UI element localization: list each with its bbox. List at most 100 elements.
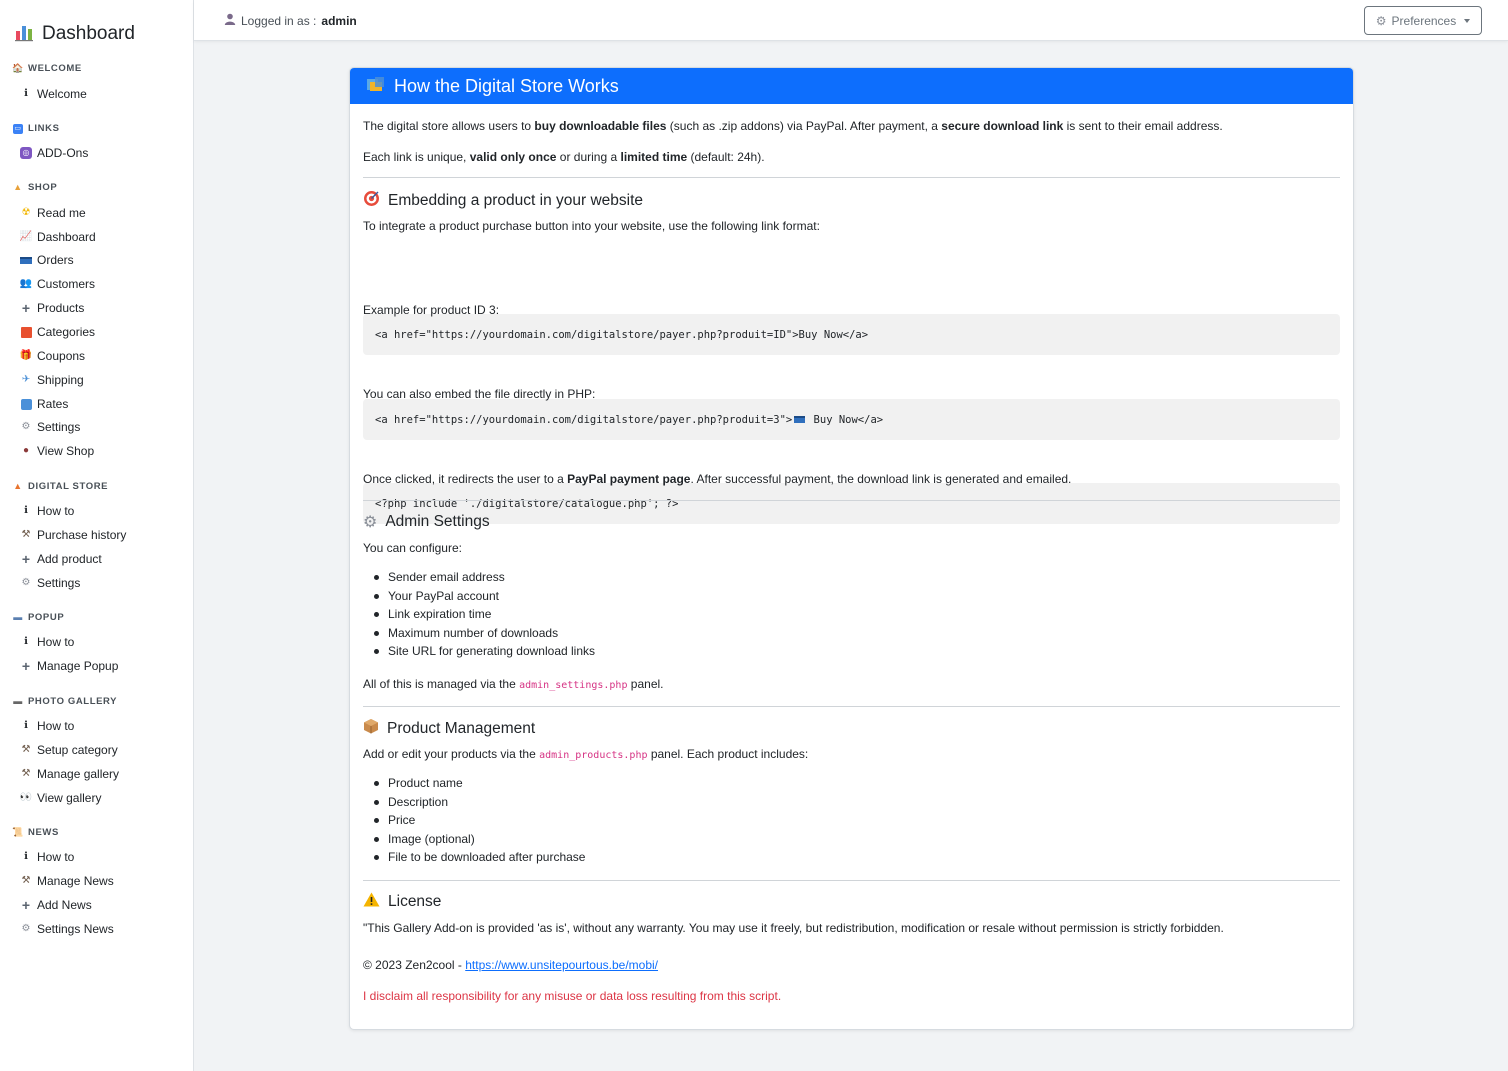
logged-in-label: Logged in as : <box>241 13 317 28</box>
list-item: Your PayPal account <box>363 587 595 606</box>
info-icon: ℹ <box>24 720 28 731</box>
eyes-icon: 👀 <box>19 792 33 803</box>
brand[interactable]: Dashboard <box>14 22 135 45</box>
sidebar-item-orders[interactable]: Orders <box>20 253 74 267</box>
info-icon: ℹ <box>24 505 28 516</box>
sidebar-item-gallery-how-to[interactable]: ℹ How to <box>20 719 74 733</box>
sidebar-item-ds-settings[interactable]: ⚙ Settings <box>20 576 81 590</box>
logged-in-indicator: Logged in as : admin <box>224 13 357 28</box>
credit-card-icon <box>20 254 32 266</box>
sidebar-item-setup-category[interactable]: ⚒ Setup category <box>20 743 118 757</box>
code-block-php: <?php include './digitalstore/catalogue.… <box>363 483 1340 524</box>
info-icon: ℹ <box>24 88 28 99</box>
sidebar-item-add-product[interactable]: + Add product <box>20 552 102 566</box>
sidebar-item-manage-popup[interactable]: + Manage Popup <box>20 658 119 674</box>
list-item: Price <box>363 811 585 830</box>
scroll-icon: 📜 <box>12 827 24 837</box>
user-icon <box>224 13 236 28</box>
brand-label: Dashboard <box>42 22 135 44</box>
sidebar-item-add-news[interactable]: + Add News <box>20 898 92 912</box>
product-management-heading: Product Management <box>363 718 535 739</box>
gear-icon: ⚙ <box>21 421 31 432</box>
author-website-link[interactable]: https://www.unsitepourtous.be/mobi/ <box>465 958 658 972</box>
section-links: ▭ LINKS <box>13 123 60 134</box>
info-card: How the Digital Store Works The digital … <box>349 67 1354 1030</box>
credit-card-icon <box>794 416 806 423</box>
topbar: Logged in as : admin ⚙ Preferences <box>194 0 1508 41</box>
divider <box>363 880 1340 881</box>
product-fields-list: Product name Description Price Image (op… <box>363 774 585 867</box>
sidebar-item-popup-how-to[interactable]: ℹ How to <box>20 635 74 649</box>
sidebar-item-manage-news[interactable]: ⚒ Manage News <box>20 874 114 888</box>
section-photo-gallery: ▬ PHOTO GALLERY <box>13 696 118 707</box>
disclaimer: I disclaim all responsibility for any mi… <box>363 989 782 1003</box>
section-news: 📜 NEWS <box>12 827 59 838</box>
card-header: How the Digital Store Works <box>350 68 1353 104</box>
code-block-link-format: <a href="https://yourdomain.com/digitals… <box>363 314 1340 355</box>
gear-icon: ⚙ <box>21 923 31 934</box>
caret-down-icon <box>1464 18 1471 23</box>
plus-icon: + <box>21 551 31 567</box>
fire-icon: ▲ <box>13 481 23 491</box>
php-label: You can also embed the file directly in … <box>363 387 596 401</box>
sidebar-item-manage-gallery[interactable]: ⚒ Manage gallery <box>20 767 120 781</box>
preferences-dropdown-button[interactable]: ⚙ Preferences <box>1364 6 1482 35</box>
hammer-icon: ⚒ <box>21 875 31 886</box>
link-icon: ▭ <box>13 123 23 134</box>
chart-increasing-icon: 📈 <box>19 231 33 242</box>
admin-text: You can configure: <box>363 541 462 555</box>
code-block-example: <a href="https://yourdomain.com/digitals… <box>363 399 1340 440</box>
warning-icon <box>363 892 380 912</box>
list-item: Site URL for generating download links <box>363 642 595 661</box>
sidebar-item-customers[interactable]: 👥 Customers <box>20 277 95 291</box>
plus-icon: + <box>21 658 31 674</box>
gear-icon: ⚙ <box>1375 13 1387 28</box>
sidebar-item-settings[interactable]: ⚙ Settings <box>20 420 81 434</box>
product-text: Add or edit your products via the admin_… <box>363 747 809 761</box>
list-item: Product name <box>363 774 585 793</box>
sidebar-item-view-shop[interactable]: ● View Shop <box>20 444 94 458</box>
divider <box>363 177 1340 178</box>
sidebar: Dashboard 🏠 WELCOME ℹ Welcome ▭ LINKS ◎ ADD-… <box>0 0 194 1071</box>
section-popup: ▬ POPUP <box>13 612 65 623</box>
sidebar-item-addons[interactable]: ◎ ADD-Ons <box>20 146 88 160</box>
embed-text: To integrate a product purchase button i… <box>363 219 820 233</box>
license-heading: License <box>363 892 441 912</box>
red-square-icon <box>20 326 32 338</box>
hammer-icon: ⚒ <box>21 768 31 779</box>
divider <box>363 500 1340 501</box>
sidebar-item-dashboard[interactable]: 📈 Dashboard <box>20 230 96 244</box>
sidebar-item-coupons[interactable]: 🎁 Coupons <box>20 349 85 363</box>
license-text: "This Gallery Add-on is provided 'as is'… <box>363 921 1224 935</box>
example-label: Example for product ID 3: <box>363 303 500 317</box>
intro-paragraph-1: The digital store allows users to buy do… <box>363 119 1223 133</box>
hammer-icon: ⚒ <box>21 529 31 540</box>
sidebar-item-settings-news[interactable]: ⚙ Settings News <box>20 922 114 936</box>
users-icon: 👥 <box>19 278 33 289</box>
gear-icon: ⚙ <box>363 514 378 531</box>
books-icon <box>366 75 386 98</box>
sidebar-item-purchase-history[interactable]: ⚒ Purchase history <box>20 528 127 542</box>
rates-icon <box>20 398 32 410</box>
sidebar-item-products[interactable]: + Products <box>20 301 84 315</box>
sidebar-item-view-gallery[interactable]: 👀 View gallery <box>19 791 102 805</box>
sidebar-item-news-how-to[interactable]: ℹ How to <box>20 850 74 864</box>
sidebar-item-categories[interactable]: Categories <box>20 325 95 339</box>
info-icon: ℹ <box>24 636 28 647</box>
sidebar-item-shipping[interactable]: ✈ Shipping <box>20 373 84 387</box>
package-icon <box>363 718 379 739</box>
redirect-paragraph: Once clicked, it redirects the user to a… <box>363 472 1072 486</box>
globe-icon: ● <box>22 445 30 456</box>
sidebar-item-read-me[interactable]: ☢ Read me <box>20 206 86 220</box>
list-item: File to be downloaded after purchase <box>363 848 585 867</box>
camera-icon: ▬ <box>13 696 23 706</box>
sidebar-item-ds-how-to[interactable]: ℹ How to <box>20 504 74 518</box>
admin-products-filename: admin_products.php <box>539 750 648 761</box>
hammer-icon: ⚒ <box>21 744 31 755</box>
gift-icon: 🎁 <box>19 350 33 361</box>
admin-settings-filename: admin_settings.php <box>519 680 628 691</box>
section-welcome: 🏠 WELCOME <box>12 63 82 74</box>
sidebar-item-rates[interactable]: Rates <box>20 397 68 411</box>
list-item: Image (optional) <box>363 830 585 849</box>
sidebar-item-welcome[interactable]: ℹ Welcome <box>20 87 87 101</box>
